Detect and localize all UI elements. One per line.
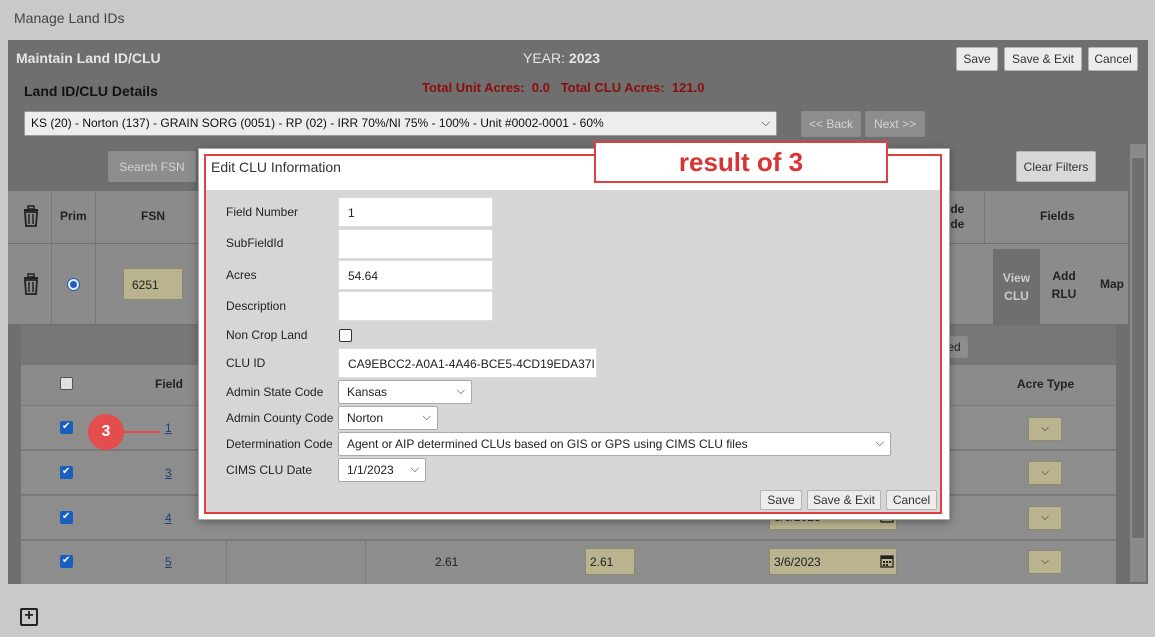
non-crop-label: Non Crop Land <box>226 328 308 342</box>
callout-label: result of 3 <box>594 141 888 183</box>
acres-input[interactable]: 2.61 <box>585 548 635 575</box>
admin-state-value: Kansas <box>347 385 388 399</box>
clear-filters-button[interactable]: Clear Filters <box>1016 151 1096 182</box>
row-checkbox[interactable] <box>60 421 73 434</box>
trash-icon[interactable] <box>22 205 40 230</box>
year-label: YEAR: <box>523 50 566 66</box>
step-marker-line <box>124 431 160 433</box>
date-input[interactable]: 3/6/2023 <box>769 548 897 575</box>
acres-input[interactable]: 54.64 <box>338 260 493 290</box>
panel-title: Maintain Land ID/CLU <box>16 50 161 66</box>
chevron-down-icon: ⌵ <box>410 463 419 475</box>
col-acre-type: Acre Type <box>1017 377 1075 391</box>
col-prim: Prim <box>60 209 87 223</box>
admin-state-label: Admin State Code <box>226 385 324 399</box>
back-button[interactable]: << Back <box>801 111 861 137</box>
acre-type-select[interactable]: ⌵ <box>1028 461 1062 485</box>
header-save-button[interactable]: Save <box>956 47 998 71</box>
radio-selected-icon[interactable] <box>67 278 80 291</box>
acres-label: Acres <box>226 268 257 282</box>
calendar-icon[interactable] <box>880 554 894 571</box>
determination-label: Determination Code <box>226 437 333 451</box>
chevron-down-icon: ⌵ <box>422 411 431 423</box>
step-marker: 3 <box>88 414 124 450</box>
map-button[interactable]: Map <box>1100 277 1124 291</box>
fsn-input[interactable]: 6251 <box>123 268 183 300</box>
year-value: 2023 <box>568 50 601 66</box>
admin-county-label: Admin County Code <box>226 411 334 425</box>
field-number-label: Field Number <box>226 205 299 219</box>
acres-value: 2.61 <box>435 555 459 569</box>
admin-state-select[interactable]: Kansas ⌵ <box>338 380 472 404</box>
row-checkbox[interactable] <box>60 555 73 568</box>
col-field: Field <box>155 377 184 391</box>
land-id-select[interactable]: KS (20) - Norton (137) - GRAIN SORG (005… <box>24 111 777 136</box>
acre-type-select[interactable]: ⌵ <box>1028 417 1062 441</box>
chevron-down-icon: ⌵ <box>761 117 770 129</box>
highlight-outline <box>204 154 942 514</box>
plus-square-icon[interactable]: + <box>20 608 38 626</box>
col-fsn: FSN <box>141 209 165 223</box>
chevron-down-icon: ⌵ <box>1041 556 1049 567</box>
header-cancel-button[interactable]: Cancel <box>1088 47 1138 71</box>
cims-date-select[interactable]: 1/1/2023 ⌵ <box>338 458 426 482</box>
details-label: Land ID/CLU Details <box>24 83 158 99</box>
add-rlu-button[interactable]: Add RLU <box>1040 249 1088 324</box>
chevron-down-icon: ⌵ <box>1041 423 1049 434</box>
chevron-down-icon: ⌵ <box>456 385 465 397</box>
determination-value: Agent or AIP determined CLUs based on GI… <box>347 437 748 451</box>
row-checkbox[interactable] <box>60 511 73 524</box>
chevron-down-icon: ⌵ <box>875 437 884 449</box>
admin-county-select[interactable]: Norton ⌵ <box>338 406 438 430</box>
field-link[interactable]: 5 <box>165 555 172 569</box>
col-fields: Fields <box>1040 209 1075 223</box>
table-row <box>21 540 1116 584</box>
date-value: 3/6/2023 <box>774 555 821 569</box>
cims-date-label: CIMS CLU Date <box>226 463 313 477</box>
admin-county-value: Norton <box>347 411 384 425</box>
year-display: YEAR: 2023 <box>523 50 600 66</box>
window-title: Manage Land IDs <box>14 10 125 26</box>
select-all-checkbox[interactable] <box>60 377 73 390</box>
non-crop-checkbox[interactable] <box>339 329 352 342</box>
row-checkbox[interactable] <box>60 466 73 479</box>
acre-type-select[interactable]: ⌵ <box>1028 550 1062 574</box>
chevron-down-icon: ⌵ <box>1041 512 1049 523</box>
subfield-label: SubFieldId <box>226 236 284 250</box>
totals-text: Total Unit Acres: 0.0 Total CLU Acres: 1… <box>422 80 705 95</box>
description-input[interactable] <box>338 291 493 321</box>
subfield-input[interactable] <box>338 229 493 259</box>
determination-select[interactable]: Agent or AIP determined CLUs based on GI… <box>338 432 891 456</box>
modal-save-exit-button[interactable]: Save & Exit <box>807 490 881 510</box>
clu-id-input[interactable]: CA9EBCC2-A0A1-4A46-BCE5-4CD19EDA37I <box>338 348 597 378</box>
chevron-down-icon: ⌵ <box>1041 467 1049 478</box>
modal-cancel-button[interactable]: Cancel <box>886 490 937 510</box>
view-clu-button[interactable]: View CLU <box>993 249 1040 324</box>
clu-id-label: CLU ID <box>226 356 266 370</box>
cims-date-value: 1/1/2023 <box>347 463 394 477</box>
acre-type-select[interactable]: ⌵ <box>1028 506 1062 530</box>
next-button[interactable]: Next >> <box>865 111 925 137</box>
land-id-select-value: KS (20) - Norton (137) - GRAIN SORG (005… <box>31 116 604 130</box>
field-number-input[interactable]: 1 <box>338 197 493 227</box>
field-link[interactable]: 4 <box>165 511 172 525</box>
search-fsn-button[interactable]: Search FSN <box>108 151 196 182</box>
trash-icon[interactable] <box>22 273 40 298</box>
scrollbar-thumb[interactable] <box>1132 158 1144 538</box>
modal-save-button[interactable]: Save <box>760 490 802 510</box>
field-link[interactable]: 1 <box>165 421 172 435</box>
field-link[interactable]: 3 <box>165 466 172 480</box>
header-save-exit-button[interactable]: Save & Exit <box>1004 47 1082 71</box>
description-label: Description <box>226 299 287 313</box>
